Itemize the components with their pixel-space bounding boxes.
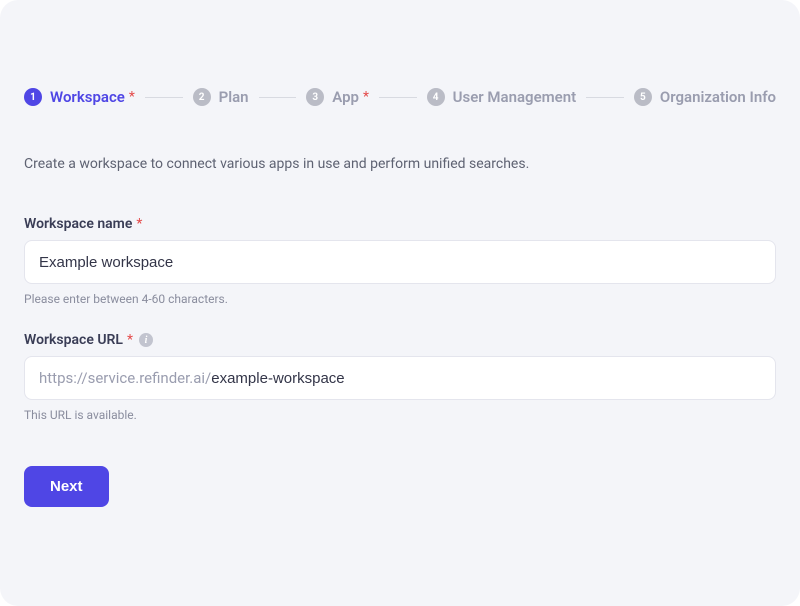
page-description: Create a workspace to connect various ap…	[24, 156, 776, 172]
field-hint: This URL is available.	[24, 408, 776, 422]
url-prefix: https://service.refinder.ai/	[39, 369, 211, 387]
step-connector	[145, 97, 183, 98]
required-asterisk: *	[136, 216, 142, 232]
workspace-url-field: Workspace URL * i https://service.refind…	[24, 332, 776, 422]
required-asterisk: *	[127, 332, 133, 348]
field-label-row: Workspace name *	[24, 216, 776, 232]
step-number-badge: 2	[193, 88, 211, 106]
workspace-name-field: Workspace name * Please enter between 4-…	[24, 216, 776, 306]
stepper: 1 Workspace * 2 Plan 3 App * 4 User Mana…	[24, 88, 776, 106]
info-icon[interactable]: i	[139, 333, 153, 347]
workspace-name-input[interactable]	[24, 240, 776, 284]
next-button[interactable]: Next	[24, 466, 109, 507]
step-connector	[379, 97, 417, 98]
required-asterisk: *	[129, 89, 135, 105]
step-connector	[259, 97, 297, 98]
required-asterisk: *	[363, 89, 369, 105]
step-connector	[586, 97, 624, 98]
step-plan[interactable]: 2 Plan	[193, 88, 249, 106]
workspace-url-input[interactable]	[211, 370, 761, 387]
workspace-url-input-wrap[interactable]: https://service.refinder.ai/	[24, 356, 776, 400]
field-label: Workspace URL	[24, 332, 123, 348]
step-number-badge: 4	[427, 88, 445, 106]
field-label-row: Workspace URL * i	[24, 332, 776, 348]
workspace-setup-card: 1 Workspace * 2 Plan 3 App * 4 User Mana…	[0, 0, 800, 606]
step-number-badge: 3	[306, 88, 324, 106]
step-organization-info[interactable]: 5 Organization Info	[634, 88, 776, 106]
field-label: Workspace name	[24, 216, 132, 232]
step-user-management[interactable]: 4 User Management	[427, 88, 577, 106]
step-label: Workspace	[50, 88, 125, 106]
step-label: User Management	[453, 88, 577, 106]
step-label: Plan	[219, 88, 249, 106]
step-label: App	[332, 88, 359, 106]
step-number-badge: 5	[634, 88, 652, 106]
step-workspace[interactable]: 1 Workspace *	[24, 88, 135, 106]
step-number-badge: 1	[24, 88, 42, 106]
field-hint: Please enter between 4-60 characters.	[24, 292, 776, 306]
step-label: Organization Info	[660, 88, 776, 106]
step-app[interactable]: 3 App *	[306, 88, 369, 106]
